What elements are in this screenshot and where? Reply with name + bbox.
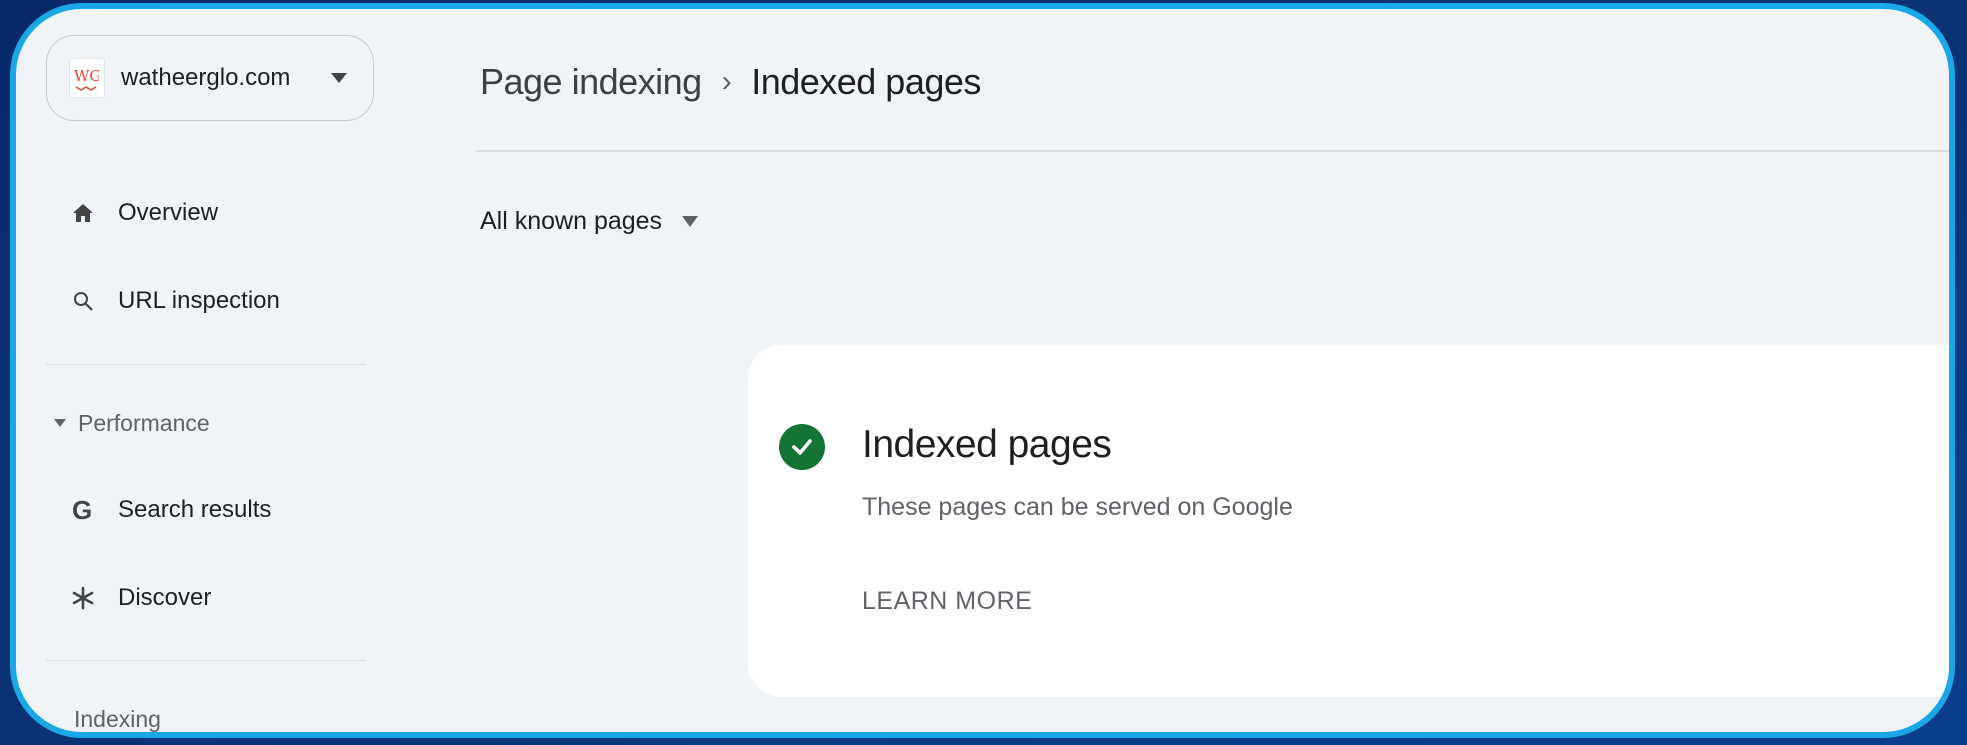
chevron-down-icon [331,73,347,83]
search-icon [68,286,98,316]
page-filter-dropdown[interactable]: All known pages [480,207,699,236]
app-window: WG watheerglo.com Overview URL inspectio… [10,3,1955,738]
property-name: watheerglo.com [121,64,291,91]
sidebar-divider [46,364,366,365]
sidebar-item-label: Search results [118,496,272,523]
card-description: These pages can be served on Google [862,493,1293,521]
caret-down-icon [54,419,66,427]
home-icon [68,198,98,228]
breadcrumb-parent-link[interactable]: Page indexing [480,61,702,103]
caret-down-icon [682,216,699,227]
site-logo: WG [69,58,105,98]
chevron-right-icon: › [721,65,732,98]
header-divider [476,150,1949,152]
sidebar-item-label: Discover [118,584,212,611]
card-title: Indexed pages [862,423,1112,466]
sidebar: WG watheerglo.com Overview URL inspectio… [16,9,376,732]
filter-selected-value: All known pages [480,207,663,235]
learn-more-link[interactable]: LEARN MORE [862,587,1032,616]
sidebar-item-label: Overview [118,199,219,226]
sidebar-item-url-inspection[interactable]: URL inspection [46,273,366,329]
indexed-pages-card: Indexed pages These pages can be served … [748,345,1949,697]
sidebar-item-search-results[interactable]: G Search results [46,482,366,538]
property-selector[interactable]: WG watheerglo.com [46,35,374,121]
svg-text:G: G [72,497,92,523]
check-circle-icon [779,424,825,470]
asterisk-icon [68,583,98,613]
sidebar-item-overview[interactable]: Overview [46,185,366,241]
svg-text:WG: WG [74,67,99,85]
section-heading: Performance [78,409,210,436]
sidebar-item-label: URL inspection [118,287,280,314]
breadcrumb: Page indexing › Indexed pages [480,61,981,103]
section-heading: Indexing [74,705,161,732]
page-title: Indexed pages [751,61,981,102]
sidebar-divider [46,660,366,661]
google-g-icon: G [68,495,98,525]
sidebar-item-discover[interactable]: Discover [46,570,366,626]
section-toggle-performance[interactable]: Performance [46,403,210,443]
section-toggle-indexing[interactable]: Indexing [74,699,161,732]
